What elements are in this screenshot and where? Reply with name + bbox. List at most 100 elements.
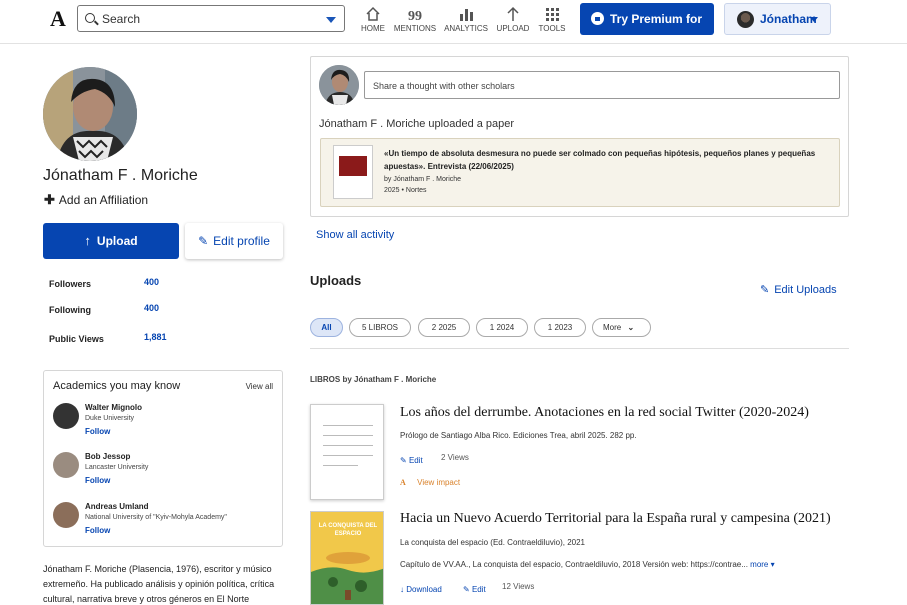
academics-you-may-know-card: Academics you may know View all Walter M… — [43, 370, 283, 547]
followers-count[interactable]: 400 — [144, 277, 159, 287]
user-name-label: Jónatham — [760, 12, 817, 26]
follow-button[interactable]: Follow — [85, 427, 110, 436]
academic-suggestion: Bob Jessop Lancaster University Follow — [53, 452, 278, 492]
filter-all[interactable]: All — [310, 318, 343, 337]
avatar[interactable] — [53, 403, 79, 429]
pencil-icon: ✎ — [400, 456, 409, 465]
document-description: Capítulo de VV.AA., La conquista del esp… — [400, 560, 775, 569]
avatar — [319, 65, 359, 105]
edit-uploads-button[interactable]: ✎ Edit Uploads — [760, 283, 837, 296]
following-count[interactable]: 400 — [144, 303, 159, 313]
edit-profile-button[interactable]: ✎ Edit profile — [185, 223, 283, 259]
book-cover-thumbnail[interactable]: LA CONQUISTA DEL ESPACIO — [310, 511, 384, 605]
document-subtitle: La conquista del espacio (Ed. Contraeldi… — [400, 538, 586, 547]
avatar[interactable] — [53, 502, 79, 528]
search-input[interactable]: Search — [77, 5, 345, 32]
nav-tools-label: TOOLS — [538, 24, 566, 33]
upload-arrow-icon: ↑ — [84, 233, 91, 248]
paper-title[interactable]: «Un tiempo de absoluta desmesura no pued… — [384, 147, 824, 173]
view-count: 12 Views — [502, 582, 535, 591]
top-navigation-bar: A Search HOME 99 MENTIONS ANALYTICS UPLO… — [0, 0, 907, 58]
home-icon — [366, 6, 380, 21]
lock-icon — [591, 12, 604, 25]
filter-libros[interactable]: 5 LIBROS — [349, 318, 411, 337]
academic-suggestion: Walter Mignolo Duke University Follow — [53, 403, 278, 443]
filter-2024[interactable]: 1 2024 — [476, 318, 528, 337]
user-menu-button[interactable]: Jónatham — [724, 3, 831, 35]
book-cover-art — [311, 552, 383, 604]
bar-chart-icon — [460, 9, 473, 21]
document-thumbnail[interactable] — [310, 404, 384, 500]
user-avatar — [737, 11, 754, 28]
academics-title: Academics you may know — [53, 380, 181, 392]
profile-name: Jónatham F . Moriche — [43, 167, 198, 184]
academic-name[interactable]: Walter Mignolo — [85, 403, 142, 412]
followers-label: Followers — [49, 279, 92, 289]
academic-university: Lancaster University — [85, 464, 149, 471]
divider — [310, 348, 849, 349]
follow-button[interactable]: Follow — [85, 526, 110, 535]
academia-a-icon: A — [400, 478, 406, 487]
svg-text:99: 99 — [408, 9, 422, 22]
avatar-image — [319, 65, 359, 105]
plus-icon: ✚ — [44, 192, 55, 207]
upload-button-label: Upload — [96, 234, 138, 248]
edit-label: Edit — [471, 585, 486, 594]
filter-2025[interactable]: 2 2025 — [418, 318, 470, 337]
paper-author: by Jónatham F . Moriche — [384, 176, 462, 183]
try-premium-button[interactable]: Try Premium for €1 — [580, 3, 714, 58]
search-dropdown-icon[interactable] — [326, 17, 336, 23]
paper-thumbnail — [333, 145, 373, 199]
add-affiliation-link[interactable]: ✚ Add an Affiliation — [44, 192, 148, 208]
following-label: Following — [49, 305, 91, 315]
nav-tools[interactable]: TOOLS — [527, 4, 577, 33]
view-impact-link[interactable]: A View impact — [400, 474, 460, 488]
edit-button[interactable]: ✎ Edit — [463, 581, 486, 595]
filter-more[interactable]: More ⌄ — [592, 318, 651, 337]
document-description-text: Capítulo de VV.AA., La conquista del esp… — [400, 560, 748, 569]
profile-bio: Jónatham F. Moriche (Plasencia, 1976), e… — [43, 564, 275, 604]
uploads-heading: Uploads — [310, 273, 362, 288]
view-impact-label: View impact — [417, 478, 461, 487]
more-link[interactable]: more ▾ — [750, 560, 774, 569]
academic-university: Duke University — [85, 415, 135, 422]
view-count: 2 Views — [441, 453, 469, 462]
quote-icon: 99 — [408, 9, 422, 22]
try-premium-label: Try Premium for €1 — [610, 12, 703, 58]
public-views-label: Public Views — [49, 334, 104, 344]
nav-mentions-label: MENTIONS — [393, 24, 437, 33]
nav-upload-label: UPLOAD — [496, 24, 530, 33]
edit-profile-label: Edit profile — [213, 234, 270, 248]
pencil-icon: ✎ — [198, 234, 209, 248]
nav-home-label: HOME — [361, 24, 385, 33]
edit-button[interactable]: ✎ Edit — [400, 452, 423, 466]
add-affiliation-label: Add an Affiliation — [58, 193, 149, 207]
download-button[interactable]: ↓ Download — [400, 581, 442, 595]
edit-uploads-label: Edit Uploads — [774, 284, 837, 296]
document-subtitle: Prólogo de Santiago Alba Rico. Ediciones… — [400, 431, 637, 440]
upload-button[interactable]: ↑ Upload — [43, 223, 179, 259]
share-thought-input[interactable]: Share a thought with other scholars — [364, 71, 840, 99]
nav-mentions[interactable]: 99 MENTIONS — [390, 4, 440, 33]
academic-name[interactable]: Andreas Umland — [85, 502, 149, 511]
filter-2023[interactable]: 1 2023 — [534, 318, 586, 337]
pencil-icon: ✎ — [760, 284, 770, 296]
show-all-activity-link[interactable]: Show all activity — [316, 229, 394, 241]
document-title[interactable]: Hacia un Nuevo Acuerdo Territorial para … — [400, 511, 831, 527]
academic-name[interactable]: Bob Jessop — [85, 452, 130, 461]
activity-feed-card: Share a thought with other scholars Jóna… — [310, 56, 849, 217]
public-views-count[interactable]: 1,881 — [144, 332, 167, 342]
filter-more-label: More — [603, 323, 622, 332]
search-placeholder: Search — [102, 12, 141, 26]
avatar[interactable] — [53, 452, 79, 478]
follow-button[interactable]: Follow — [85, 476, 110, 485]
section-label: LIBROS by Jónatham F . Moriche — [310, 375, 437, 384]
academic-suggestion: Andreas Umland National University of "K… — [53, 502, 278, 542]
academia-logo[interactable]: A — [50, 6, 66, 32]
nav-analytics[interactable]: ANALYTICS — [441, 4, 491, 33]
chevron-down-icon: ⌄ — [627, 323, 635, 332]
caret-down-icon — [810, 17, 818, 22]
view-all-link[interactable]: View all — [246, 382, 273, 391]
paper-preview-card[interactable]: «Un tiempo de absoluta desmesura no pued… — [320, 138, 840, 207]
document-title[interactable]: Los años del derrumbe. Anotaciones en la… — [400, 405, 809, 421]
